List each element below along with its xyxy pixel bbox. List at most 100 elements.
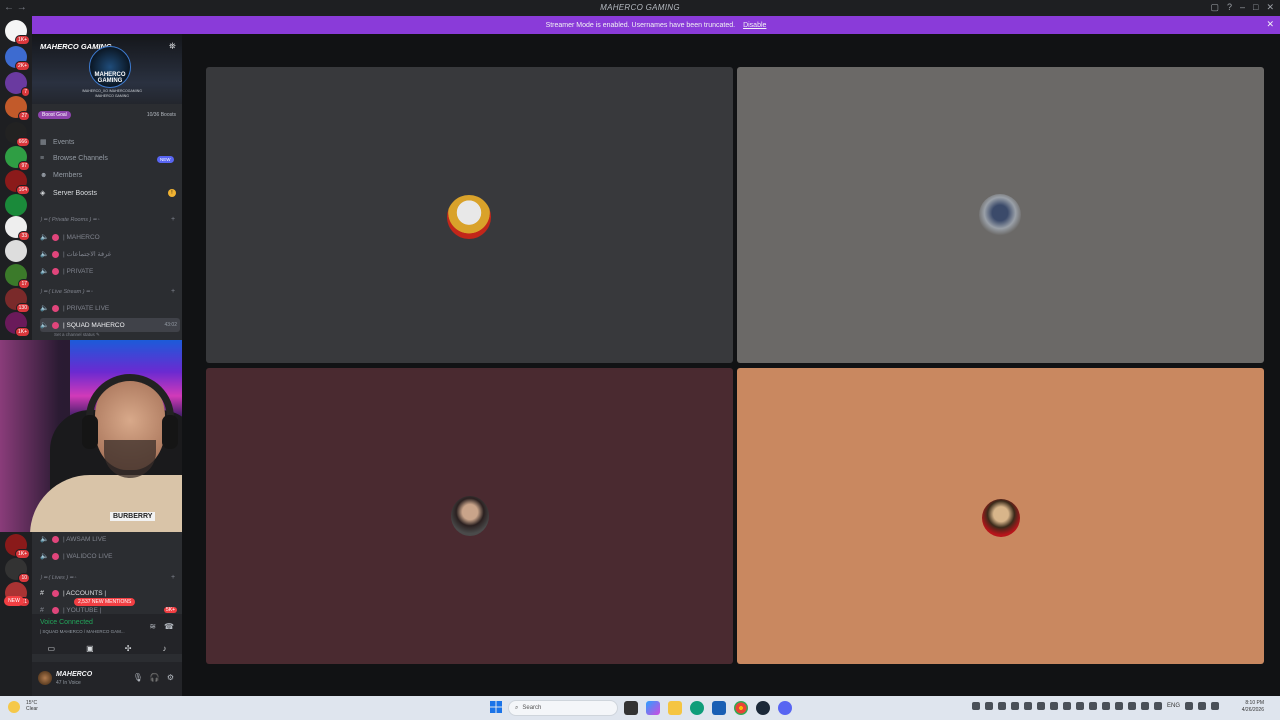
disconnect-icon[interactable]: ☎ [164,622,174,631]
server-icon[interactable]: 130 [5,288,30,313]
server-icon[interactable]: 164 [5,170,30,195]
category-lives[interactable]: ⟩ ━ ( Lives ) ━ ◦ + [40,574,175,581]
voice-channel[interactable]: 🔈 | MAHERCO [40,230,180,244]
tray-app-icon[interactable] [985,702,993,710]
banner-text: Streamer Mode is enabled. Usernames have… [545,21,736,29]
server-icon[interactable] [5,240,27,262]
voice-channel-path[interactable]: | SQUAD MAHERCO / MAHERCO GAM... [40,629,125,634]
server-icon[interactable]: 7 [5,72,30,97]
taskbar-clock[interactable]: 8:10 PM 4/26/2026 [1242,700,1264,714]
server-icon[interactable]: 10 [5,558,30,583]
tray-app-icon[interactable] [1050,702,1058,710]
camera-icon[interactable]: ▭ [48,644,56,653]
category-private-rooms[interactable]: ⟩ ━ ( Private Rooms ) ━ ◦ + [40,216,175,223]
server-icon[interactable]: 2K+ [5,46,30,71]
username[interactable]: MAHERCO [56,671,92,678]
server-icon[interactable]: 17 [5,264,30,289]
minimize-icon[interactable]: – [1240,2,1245,13]
volume-icon[interactable] [1198,702,1207,710]
language-indicator[interactable]: ENG [1167,703,1180,709]
voice-channel[interactable]: 🔈 | WALIDCO LIVE [40,549,180,563]
server-icon[interactable]: 1K+ [5,312,30,337]
chrome-icon[interactable] [734,701,748,715]
avatar[interactable] [38,671,52,685]
channel-status[interactable]: Set a channel status ✎ [54,332,100,338]
help-icon[interactable]: ? [1227,2,1232,13]
chevron-up-icon[interactable] [1154,702,1162,710]
server-icon[interactable]: 97 [5,146,30,171]
unread-badge: 5K+ [163,607,177,613]
discord-home-icon[interactable]: 1K+ [5,20,30,45]
discord-icon[interactable] [778,701,792,715]
voice-channel[interactable]: 🔈 | PRIVATE LIVE [40,301,180,315]
tray-app-icon[interactable] [1102,702,1110,710]
tray-app-icon[interactable] [1037,702,1045,710]
banner-close-icon[interactable]: ✕ [1266,19,1274,30]
boost-goal-bar[interactable]: Boost Goal 10/36 Boosts [38,110,176,120]
tray-app-icon[interactable] [1128,702,1136,710]
wifi-icon[interactable] [1185,702,1194,710]
participant-tile[interactable] [206,368,733,664]
add-channel-icon[interactable]: + [171,574,175,581]
menu-item-server-boosts[interactable]: ◈ Server Boosts [40,189,97,198]
weather-widget[interactable]: 15°C Clear [26,700,38,712]
edge-icon[interactable] [690,701,704,715]
new-servers-pill[interactable]: NEW [4,596,24,606]
weather-icon[interactable] [8,701,20,713]
voice-connected-status[interactable]: Voice Connected [40,619,93,626]
participant-tile[interactable] [737,67,1264,363]
voice-channel-active[interactable]: 🔈 | SQUAD MAHERCO 43:02 [40,318,180,332]
disable-streamer-mode-link[interactable]: Disable [743,22,766,29]
server-icon[interactable]: 666 [5,122,30,147]
add-channel-icon[interactable]: + [171,288,175,295]
voice-call-grid [182,34,1280,696]
menu-item-events[interactable]: ▦ Events [40,138,74,147]
participant-tile[interactable] [737,368,1264,664]
windows-start-icon[interactable] [490,701,502,713]
headphones-icon[interactable]: 🎧 [150,673,160,682]
screen-share-icon[interactable]: ▣ [86,644,94,653]
tray-app-icon[interactable] [1141,702,1149,710]
speaker-icon: 🔈 [40,553,49,560]
server-icon[interactable] [5,194,27,216]
soundboard-icon[interactable]: ♪ [162,644,166,653]
microphone-icon[interactable]: 🎙 [133,673,143,682]
server-icon[interactable]: 27 [5,96,30,121]
tray-app-icon[interactable] [1076,702,1084,710]
tray-app-icon[interactable] [1024,702,1032,710]
add-channel-icon[interactable]: + [171,216,175,223]
taskbar-search[interactable]: ⌕ Search [508,700,618,716]
file-explorer-icon[interactable] [668,701,682,715]
tray-app-icon[interactable] [1011,702,1019,710]
battery-icon[interactable] [1211,702,1220,710]
inbox-icon[interactable]: ▢ [1210,2,1219,13]
activities-icon[interactable]: ✣ [125,644,132,653]
steam-icon[interactable] [756,701,770,715]
tray-app-icon[interactable] [1063,702,1071,710]
settings-gear-icon[interactable]: ⚙ [167,673,174,682]
store-icon[interactable] [712,701,726,715]
task-view-icon[interactable] [624,701,638,715]
speaker-icon: 🔈 [40,305,49,312]
channel-emoji [52,589,59,597]
maximize-icon[interactable]: □ [1253,2,1258,13]
invite-people-icon[interactable]: ⛯ [169,41,176,52]
voice-channel[interactable]: 🔈 | AWSAM LIVE [40,532,180,546]
voice-channel[interactable]: 🔈 | غرفة الاجتماعات [40,247,180,261]
tray-app-icon[interactable] [998,702,1006,710]
server-header[interactable]: MAHERCO GAMING ⛯ MAHERCO GAMING /MAHERCO… [32,34,182,104]
noise-suppression-icon[interactable]: ≋ [149,622,156,631]
server-icon[interactable]: 33 [5,216,30,241]
voice-channel[interactable]: 🔈 | PRIVATE [40,264,180,278]
tray-app-icon[interactable] [1089,702,1097,710]
copilot-icon[interactable] [646,701,660,715]
menu-item-browse-channels[interactable]: ≡ Browse Channels [40,155,108,162]
menu-item-members[interactable]: ☻ Members [40,172,82,179]
participant-tile[interactable] [206,67,733,363]
participant-avatar [447,195,491,239]
tray-app-icon[interactable] [972,702,980,710]
category-live-stream[interactable]: ⟩ ━ ( Live Stream ) ━ ◦ + [40,288,175,295]
tray-app-icon[interactable] [1115,702,1123,710]
server-icon[interactable]: 1K+ [5,534,30,559]
close-window-icon[interactable]: ✕ [1266,2,1274,13]
